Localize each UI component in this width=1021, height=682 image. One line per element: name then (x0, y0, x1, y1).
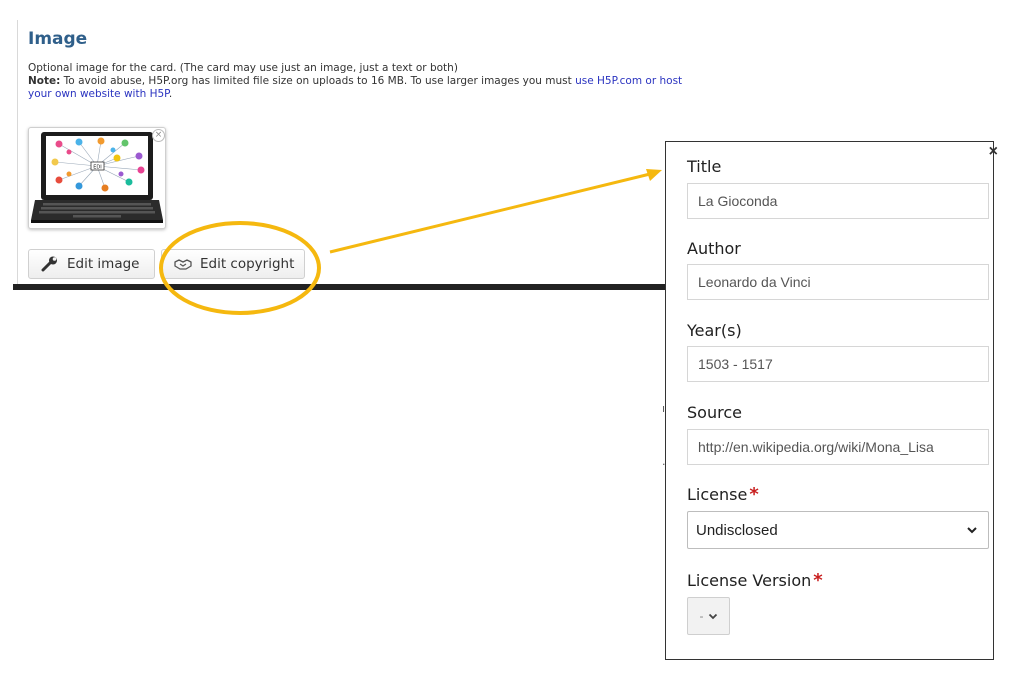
license-selected-value: Undisclosed (696, 521, 778, 539)
years-label: Year(s) (687, 321, 742, 340)
note-text: To avoid abuse, H5P.org has limited file… (60, 75, 576, 87)
laptop-network-image: EDI (31, 132, 163, 223)
edit-copyright-button[interactable]: Edit copyright (161, 249, 305, 279)
title-label: Title (687, 157, 722, 176)
note-paragraph: Note: To avoid abuse, H5P.org has limite… (28, 75, 708, 101)
image-description: Optional image for the card. (The card m… (28, 62, 708, 101)
image-section-title: Image (28, 29, 88, 49)
title-input[interactable] (687, 183, 989, 219)
section-left-rule (17, 20, 18, 284)
edit-image-label: Edit image (67, 256, 140, 272)
author-input[interactable] (687, 264, 989, 300)
author-label: Author (687, 239, 741, 258)
license-select[interactable]: Undisclosed (687, 511, 989, 549)
note-end: . (168, 88, 173, 100)
handshake-icon (174, 259, 192, 270)
license-label: License * (687, 484, 759, 505)
required-marker: * (749, 484, 759, 505)
edit-copyright-label: Edit copyright (200, 256, 295, 272)
license-version-label: License Version * (687, 570, 823, 591)
license-version-select[interactable]: - (687, 597, 730, 635)
chevron-down-icon (967, 527, 977, 534)
svg-text:EDI: EDI (93, 164, 101, 170)
years-input[interactable] (687, 346, 989, 382)
note-label: Note: (28, 75, 61, 87)
chevron-down-icon (708, 613, 717, 619)
callout-arrow-line (329, 172, 651, 254)
close-icon[interactable]: × (989, 143, 998, 161)
license-label-text: License (687, 485, 748, 504)
image-thumbnail[interactable]: EDI (28, 127, 166, 229)
source-input[interactable] (687, 429, 989, 465)
source-label: Source (687, 403, 742, 422)
description-text: Optional image for the card. (The card m… (28, 62, 458, 74)
wrench-icon (41, 256, 57, 272)
arrowhead-icon (646, 169, 662, 181)
remove-image-icon[interactable]: × (152, 129, 165, 142)
copyright-dialog: × Title Author Year(s) Source License* U… (665, 141, 998, 660)
section-divider (13, 284, 665, 290)
edit-image-button[interactable]: Edit image (28, 249, 155, 279)
license-version-selected-value: - (699, 609, 704, 623)
required-marker: * (813, 570, 823, 591)
license-version-label-text: License Version (687, 571, 812, 590)
